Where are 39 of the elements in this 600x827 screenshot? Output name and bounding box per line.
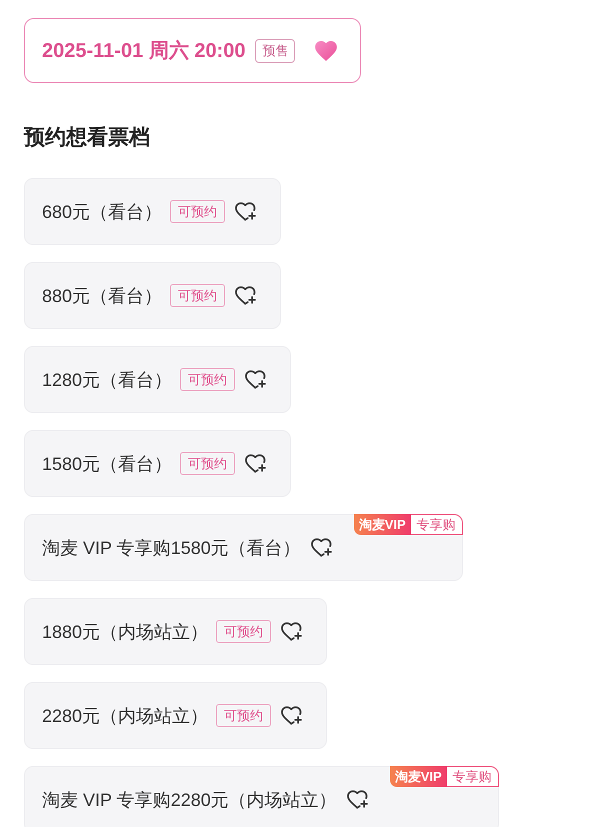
tier-label: 1880元（内场站立） [42,620,208,644]
available-badge: 可预约 [216,704,272,727]
tier-label: 淘麦 VIP 专享购2280元（内场站立） [42,788,337,812]
ticket-tier-card[interactable]: 880元（看台） 可预约 [24,262,282,329]
ticket-tier-card[interactable]: 1880元（内场站立） 可预约 [24,598,328,665]
vip-brand-tag: 淘麦VIP [354,514,411,535]
presale-badge: 预售 [255,38,296,62]
heart-icon[interactable] [315,40,338,60]
available-badge: 可预约 [170,200,226,223]
vip-exclusive-tag: 专享购 [446,766,499,787]
available-badge: 可预约 [170,284,226,307]
ticket-tier-card[interactable]: 680元（看台） 可预约 [24,178,282,245]
available-badge: 可预约 [180,452,236,475]
heart-plus-icon[interactable] [281,622,302,641]
tier-label: 1580元（看台） [42,452,172,476]
ticket-tier-card[interactable]: 淘麦 VIP 专享购1580元（看台） 淘麦VIP 专享购 [24,514,463,581]
tier-label: 880元（看台） [42,284,162,308]
tier-label: 1280元（看台） [42,368,172,392]
session-time: 2025-11-01 周六 20:00 [42,38,246,64]
tier-label: 淘麦 VIP 专享购1580元（看台） [42,536,301,560]
heart-plus-icon[interactable] [245,454,266,473]
session-card[interactable]: 2025-11-01 周六 20:00 预售 [24,18,362,83]
heart-plus-icon[interactable] [346,790,368,809]
heart-plus-icon[interactable] [245,370,266,389]
heart-plus-icon[interactable] [235,202,256,221]
tier-label: 680元（看台） [42,200,162,224]
ticket-tier-card[interactable]: 1280元（看台） 可预约 [24,346,292,413]
tier-label: 2280元（内场站立） [42,704,208,728]
vip-brand-tag: 淘麦VIP [390,766,447,787]
ticket-tier-card[interactable]: 1580元（看台） 可预约 [24,430,292,497]
available-badge: 可预约 [180,368,236,391]
available-badge: 可预约 [216,620,272,643]
section-title: 预约想看票档 [24,125,151,151]
vip-exclusive-tag: 专享购 [410,514,463,535]
ticket-tier-card[interactable]: 2280元（内场站立） 可预约 [24,682,328,749]
heart-plus-icon[interactable] [310,538,332,557]
heart-plus-icon[interactable] [235,286,256,305]
ticket-tier-card[interactable]: 淘麦 VIP 专享购2280元（内场站立） 淘麦VIP 专享购 [24,766,499,827]
heart-plus-icon[interactable] [281,706,302,725]
